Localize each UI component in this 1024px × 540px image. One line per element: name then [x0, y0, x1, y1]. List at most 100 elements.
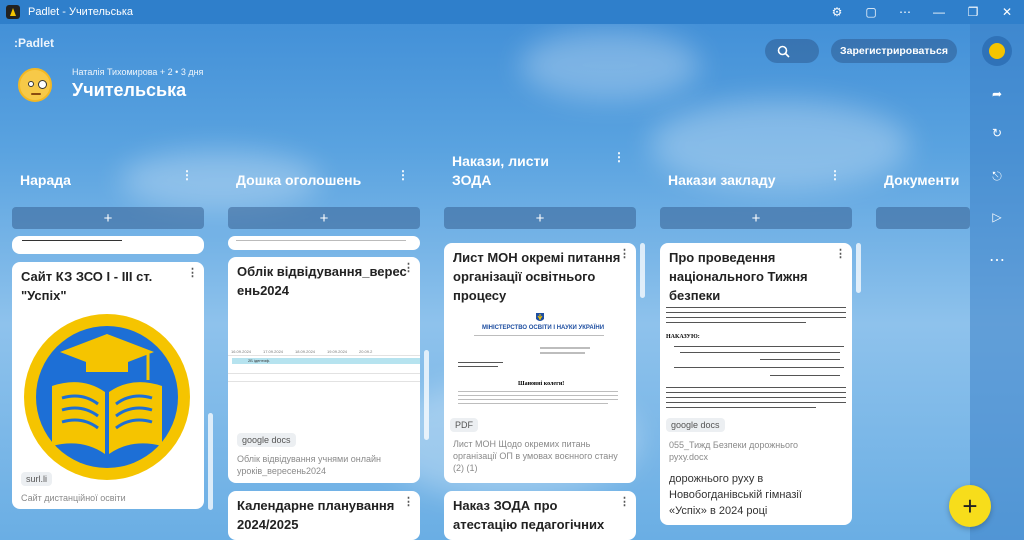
doc-line	[674, 367, 844, 368]
column-header: Накази закладу	[668, 172, 776, 188]
doc-line	[666, 387, 846, 388]
minimize-icon[interactable]: —	[922, 0, 956, 24]
post-title: Сайт КЗ ЗСО І - ІІІ ст. "Успіх"	[21, 269, 153, 303]
more-icon[interactable]: ⋯	[982, 245, 1012, 275]
sheet-date: 18.09.2024	[295, 349, 316, 354]
doc-line	[666, 312, 846, 313]
preferences-icon[interactable]: ⚙	[820, 0, 854, 24]
link-source-tag: surl.li	[21, 472, 53, 486]
sky-cloud	[520, 30, 700, 100]
doc-line	[458, 366, 498, 367]
doc-line	[680, 352, 840, 353]
post-menu-icon[interactable]: ⋮	[619, 247, 630, 260]
link-underline	[236, 240, 406, 241]
doc-line	[474, 335, 604, 336]
sheet-row	[228, 367, 420, 374]
doc-line	[458, 391, 618, 392]
column-scrollbar[interactable]	[640, 243, 645, 298]
ukraine-emblem-icon	[536, 313, 544, 321]
column-menu-icon[interactable]: ⋮	[181, 168, 193, 182]
column-menu-icon[interactable]: ⋮	[613, 150, 625, 164]
sheet-date: 20.09.2	[359, 349, 373, 354]
doc-line	[666, 322, 806, 323]
spreadsheet-preview: 16.09.2024 17.09.2024 18.09.2024 19.09.2…	[228, 327, 420, 419]
post-card[interactable]: Календарне планування 2024/2025 ⋮	[228, 491, 420, 540]
sheet-label: 2Б ідентиф.	[248, 358, 271, 363]
register-button[interactable]: Зарегистрироваться	[831, 39, 957, 63]
doc-line	[760, 359, 840, 360]
column-header: Дошка оголошень	[236, 172, 362, 188]
doc-line	[666, 397, 846, 398]
post-title: Календарне планування 2024/2025	[237, 498, 395, 532]
sheet-row	[228, 375, 420, 382]
post-card-partial[interactable]	[228, 236, 420, 250]
doc-heading: НАКАЗУЮ:	[666, 334, 700, 340]
close-icon[interactable]: ✕	[990, 0, 1024, 24]
doc-line	[666, 402, 846, 403]
post-card[interactable]: Облік відвідування_вересень2024 ⋮ 16.09.…	[228, 257, 420, 483]
link-underline	[22, 240, 122, 241]
post-menu-icon[interactable]: ⋮	[403, 261, 414, 274]
post-card[interactable]: Лист МОН окремі питання організації осві…	[444, 243, 636, 483]
post-card[interactable]: Про проведення національного Тижня безпе…	[660, 243, 852, 525]
share-icon[interactable]: ➦	[982, 79, 1012, 109]
post-menu-icon[interactable]: ⋮	[835, 247, 846, 260]
post-subtitle: 055_Тижд Безпеки дорожнього руху.docx	[669, 440, 799, 462]
doc-line	[666, 317, 846, 318]
column-menu-icon[interactable]: ⋮	[829, 168, 841, 182]
post-menu-icon[interactable]: ⋮	[187, 266, 198, 279]
post-subtitle: Облік відвідування учнями онлайн уроків_…	[237, 454, 381, 476]
doc-preview: НАКАЗУЮ:	[660, 303, 852, 421]
padlet-logo[interactable]: :Padlet	[14, 36, 54, 50]
doc-line	[458, 362, 503, 363]
remake-icon[interactable]: ↻	[982, 118, 1012, 148]
doc-line	[666, 407, 816, 408]
post-title: Лист МОН окремі питання організації осві…	[453, 250, 621, 303]
post-title: Наказ ЗОДА про атестацію педагогічних	[453, 498, 605, 532]
post-subtitle: Сайт дистанційної освіти	[21, 493, 126, 503]
post-card-partial[interactable]	[12, 236, 204, 254]
window-title: Padlet - Учительська	[28, 6, 134, 18]
post-card[interactable]: Сайт КЗ ЗСО І - ІІІ ст. "Успіх" ⋮ surl.l…	[12, 262, 204, 509]
board-title: Учительська	[72, 80, 187, 100]
column-header: Накази, листи ЗОДА	[452, 153, 549, 188]
column-scrollbar[interactable]	[856, 243, 861, 293]
add-post-button[interactable]: +	[444, 207, 636, 229]
play-icon[interactable]: ▷	[982, 202, 1012, 232]
search-button[interactable]	[765, 39, 819, 63]
doc-line	[674, 346, 844, 347]
add-post-fab[interactable]: +	[949, 485, 991, 527]
post-menu-icon[interactable]: ⋮	[403, 495, 414, 508]
restore-icon[interactable]: ❐	[956, 0, 990, 24]
doc-line	[540, 347, 590, 349]
post-subtitle: Лист МОН Щодо окремих питань організації…	[453, 439, 618, 473]
ideas-icon[interactable]	[982, 36, 1012, 66]
file-type-tag: PDF	[450, 418, 478, 432]
add-post-button[interactable]: +	[12, 207, 204, 229]
column-scrollbar[interactable]	[424, 350, 429, 440]
sheet-date: 19.09.2024	[327, 349, 348, 354]
doc-line	[540, 352, 585, 354]
more-menu-icon[interactable]: ⋯	[888, 0, 922, 24]
sheet-date: 16.09.2024	[231, 349, 252, 354]
column-header: Нарада	[20, 172, 71, 188]
add-post-button[interactable]	[876, 207, 970, 229]
add-post-button[interactable]: +	[228, 207, 420, 229]
post-card[interactable]: Наказ ЗОДА про атестацію педагогічних ⋮	[444, 491, 636, 540]
sheet-date: 17.09.2024	[263, 349, 284, 354]
column-scrollbar[interactable]	[208, 413, 213, 510]
avatar-eye	[28, 81, 34, 87]
board-avatar	[18, 68, 52, 102]
app-icon[interactable]: ▢	[854, 0, 888, 24]
post-menu-icon[interactable]: ⋮	[619, 495, 630, 508]
doc-greeting: Шановні колеги!	[518, 381, 565, 387]
column-menu-icon[interactable]: ⋮	[397, 168, 409, 182]
add-post-button[interactable]: +	[660, 207, 852, 229]
bell-icon[interactable]: ⎋	[982, 161, 1012, 191]
doc-line	[666, 392, 846, 393]
padlet-app-icon	[6, 5, 20, 19]
doc-line	[458, 399, 618, 400]
school-logo-image	[24, 314, 190, 480]
avatar-mouth	[31, 93, 41, 95]
sheet-header-row: 16.09.2024 17.09.2024 18.09.2024 19.09.2…	[228, 349, 420, 356]
